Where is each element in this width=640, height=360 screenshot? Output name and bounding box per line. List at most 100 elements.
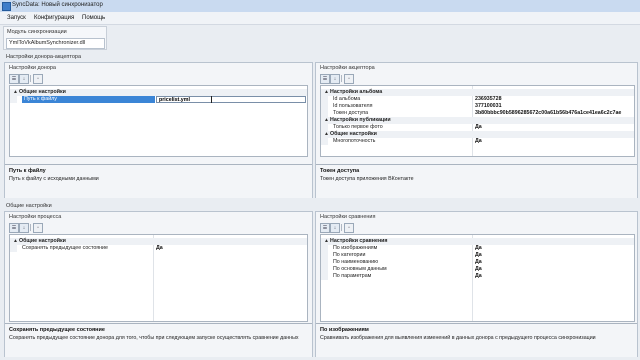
collapse-icon[interactable]: ▲ <box>324 131 329 138</box>
process-row-save-state[interactable]: Сохранять предыдущее состояние Да <box>10 245 307 252</box>
compare-row-name[interactable]: По наименованию Да <box>321 259 634 266</box>
row-value: 3b80bbbc90b5896285672c00a61b56b476a1ce41… <box>475 110 622 116</box>
row-value: 377100031 <box>475 103 502 109</box>
row-key: Многопоточность <box>333 138 376 144</box>
compare-property-grid[interactable]: ▲ Настройки сравнения По изображениям Да П… <box>320 234 635 322</box>
sort-alpha-icon[interactable]: ↓ <box>330 223 340 233</box>
row-key: Сохранять предыдущее состояние <box>22 245 108 251</box>
compare-row-images[interactable]: По изображениям Да <box>321 245 634 252</box>
row-gutter <box>321 138 328 145</box>
acceptor-section-row[interactable]: ▲ Общие настройки <box>321 131 634 138</box>
row-gutter <box>321 245 328 252</box>
donor-path-key-label: Путь к файлу <box>24 96 57 102</box>
compare-row-category[interactable]: По категории Да <box>321 252 634 259</box>
donor-category-label: Общие настройки <box>19 89 66 95</box>
collapse-icon[interactable]: ▲ <box>324 238 329 245</box>
menu-item-run[interactable]: Запуск <box>7 15 26 21</box>
module-section: Модуль синхронизации YmlToVkAlbumSynchro… <box>3 26 107 50</box>
compare-row-main-data[interactable]: По основным данным Да <box>321 266 634 273</box>
acceptor-row-multithread[interactable]: Многопоточность Да <box>321 138 634 145</box>
sort-alpha-icon[interactable]: ↓ <box>19 223 29 233</box>
categorized-icon[interactable]: ☰ <box>320 74 330 84</box>
process-panel-title: Настройки процесса <box>9 214 62 220</box>
toolbar-divider <box>30 224 31 231</box>
property-pages-icon[interactable]: ▫ <box>33 223 43 233</box>
acceptor-section-row[interactable]: ▲ Настройки публикации <box>321 117 634 124</box>
process-desc-title: Сохранять предыдущее состояние <box>9 327 105 333</box>
compare-category-row[interactable]: ▲ Настройки сравнения <box>321 238 634 245</box>
sort-alpha-icon[interactable]: ↓ <box>19 74 29 84</box>
acceptor-row-first-photo[interactable]: Только первое фото Да <box>321 124 634 131</box>
sort-alpha-icon[interactable]: ↓ <box>330 74 340 84</box>
row-key: По основным данным <box>333 266 387 272</box>
donor-property-grid[interactable]: ▲ Общие настройки Путь к файлу pricelist… <box>9 85 308 157</box>
row-key: По категории <box>333 252 366 258</box>
property-pages-icon[interactable]: ▫ <box>344 223 354 233</box>
compare-desc-title: По изображениям <box>320 327 369 333</box>
donor-panel-title: Настройки донора <box>9 65 56 71</box>
row-gutter <box>321 110 328 117</box>
row-gutter <box>321 103 328 110</box>
row-key: Id пользователя <box>333 103 373 109</box>
acceptor-row-album-id[interactable]: Id альбома 236935728 <box>321 96 634 103</box>
toolbar-divider <box>341 224 342 231</box>
donor-desc-text: Путь к файлу с исходными данными <box>9 176 99 182</box>
module-value: YmlToVkAlbumSynchronizer.dll <box>9 40 86 46</box>
module-label: Модуль синхронизации <box>7 29 67 35</box>
menu-item-help[interactable]: Помощь <box>82 15 105 21</box>
compare-panel: Настройки сравнения ☰ ↓ ▫ ▲ Настройки сра… <box>315 211 638 357</box>
acceptor-section-label: Настройки альбома <box>330 89 383 95</box>
process-category-row[interactable]: ▲ Общие настройки <box>10 238 307 245</box>
row-value: Да <box>475 124 482 130</box>
menu-item-configuration[interactable]: Конфигурация <box>34 15 74 21</box>
app-icon <box>2 2 11 11</box>
window-title: SyncData: Новый синхронизатор <box>12 2 103 8</box>
row-value: Да <box>475 266 482 272</box>
acceptor-desc-text: Токен доступа приложения ВКонтакте <box>320 176 414 182</box>
categorized-icon[interactable]: ☰ <box>9 223 19 233</box>
acceptor-row-token[interactable]: Токен доступа 3b80bbbc90b5896285672c00a61… <box>321 110 634 117</box>
row-value: Да <box>475 138 482 144</box>
row-gutter <box>321 273 328 280</box>
acceptor-panel-title: Настройки акцептора <box>320 65 375 71</box>
process-desc-text: Сохранять предыдущее состояние донора дл… <box>9 335 299 341</box>
module-field[interactable]: YmlToVkAlbumSynchronizer.dll <box>6 38 105 49</box>
row-gutter <box>321 252 328 259</box>
donor-category-row[interactable]: ▲ Общие настройки <box>10 89 307 96</box>
row-key: По изображениям <box>333 245 378 251</box>
donor-path-row[interactable]: Путь к файлу pricelist.yml <box>10 96 307 103</box>
row-gutter <box>10 96 17 103</box>
row-value: Да <box>475 273 482 279</box>
row-gutter <box>10 245 17 252</box>
compare-category-label: Настройки сравнения <box>330 238 388 244</box>
acceptor-property-grid[interactable]: ▲ Настройки альбома Id альбома 236935728 I… <box>320 85 635 157</box>
toolbar-divider <box>30 75 31 82</box>
process-property-grid[interactable]: ▲ Общие настройки Сохранять предыдущее со… <box>9 234 308 322</box>
acceptor-section-label: Настройки публикации <box>330 117 391 123</box>
row-value: Да <box>475 252 482 258</box>
process-panel: Настройки процесса ☰ ↓ ▫ ▲ Общие настройк… <box>4 211 313 357</box>
row-value: Да <box>475 245 482 251</box>
acceptor-desc-title: Токен доступа <box>320 168 360 174</box>
categorized-icon[interactable]: ☰ <box>9 74 19 84</box>
row-value: Да <box>156 245 163 251</box>
compare-row-params[interactable]: По параметрам Да <box>321 273 634 280</box>
categorized-icon[interactable]: ☰ <box>320 223 330 233</box>
acceptor-panel: Настройки акцептора ☰ ↓ ▫ ▲ Настройки аль… <box>315 62 638 198</box>
donor-path-input[interactable]: pricelist.yml <box>156 96 306 103</box>
donor-path-key[interactable]: Путь к файлу <box>22 96 155 103</box>
acceptor-row-user-id[interactable]: Id пользователя 377100031 <box>321 103 634 110</box>
collapse-icon[interactable]: ▲ <box>324 117 329 124</box>
acceptor-section-row[interactable]: ▲ Настройки альбома <box>321 89 634 96</box>
collapse-icon[interactable]: ▲ <box>13 238 18 245</box>
collapse-icon[interactable]: ▲ <box>324 89 329 96</box>
row-gutter <box>321 96 328 103</box>
row-gutter <box>321 124 328 131</box>
row-gutter <box>321 259 328 266</box>
text-cursor <box>211 96 212 103</box>
row-gutter <box>321 266 328 273</box>
collapse-icon[interactable]: ▲ <box>13 89 18 96</box>
donor-path-value: pricelist.yml <box>159 97 190 103</box>
property-pages-icon[interactable]: ▫ <box>344 74 354 84</box>
property-pages-icon[interactable]: ▫ <box>33 74 43 84</box>
